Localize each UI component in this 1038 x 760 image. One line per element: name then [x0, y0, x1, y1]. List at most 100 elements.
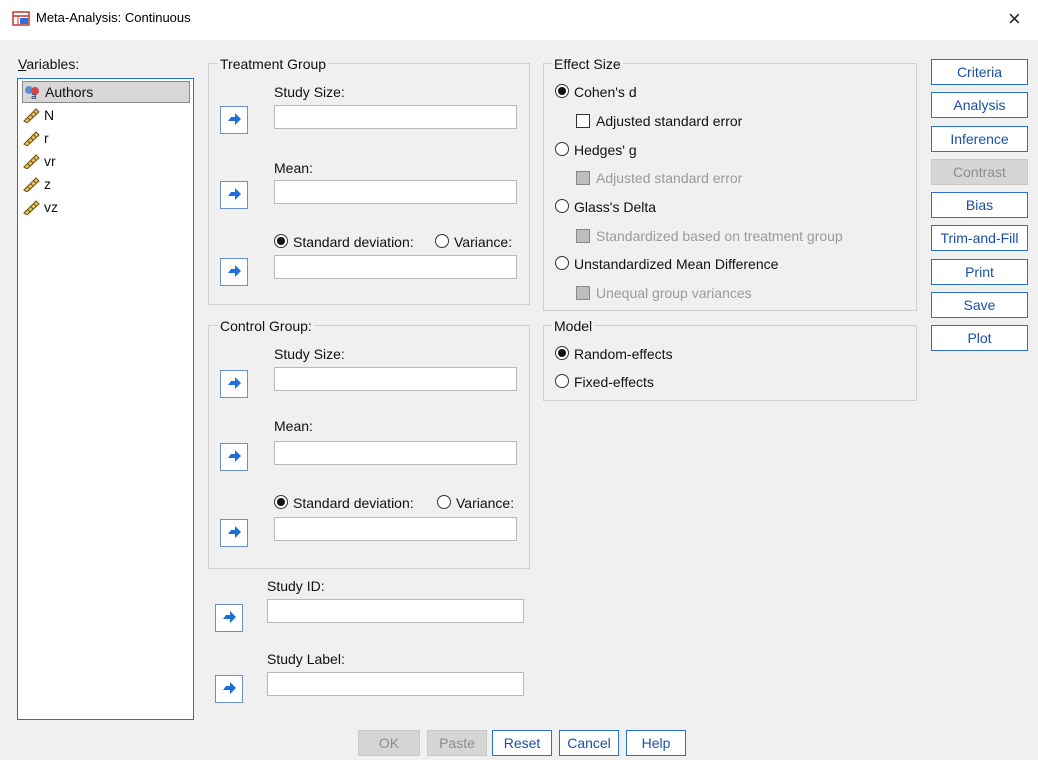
cancel-button[interactable]: Cancel: [559, 730, 619, 756]
study-id-label: Study ID:: [267, 578, 325, 594]
window-title: Meta-Analysis: Continuous: [36, 10, 191, 25]
effect-size-box: [543, 63, 917, 311]
hedges-g-radio[interactable]: Hedges' g: [555, 142, 637, 158]
save-button[interactable]: Save: [931, 292, 1028, 318]
variable-item-z[interactable]: z: [22, 173, 190, 195]
control-study-size-label: Study Size:: [274, 346, 345, 362]
variable-item-r[interactable]: r: [22, 127, 190, 149]
arrow-right-icon: [228, 265, 241, 277]
nominal-string-icon: a: [25, 86, 39, 100]
treatment-variance-radio[interactable]: Variance:: [435, 234, 512, 250]
variable-item-n[interactable]: N: [22, 104, 190, 126]
random-effects-radio[interactable]: Random-effects: [555, 346, 673, 362]
scale-ruler-icon: [23, 108, 40, 123]
variable-name: vr: [44, 153, 56, 169]
control-study-size-move-button[interactable]: [220, 370, 248, 398]
radio-empty-icon: [555, 256, 569, 270]
control-sd-field[interactable]: [274, 517, 517, 541]
scale-ruler-icon: [23, 200, 40, 215]
radio-selected-icon: [555, 346, 569, 360]
ok-button: OK: [358, 730, 420, 756]
control-study-size-field[interactable]: [274, 367, 517, 391]
scale-ruler-icon: [23, 154, 40, 169]
arrow-right-icon: [223, 611, 236, 623]
standardized-treatment-checkbox: Standardized based on treatment group: [576, 228, 843, 244]
radio-empty-icon: [435, 234, 449, 248]
bias-button[interactable]: Bias: [931, 192, 1028, 218]
unequal-variances-checkbox: Unequal group variances: [576, 285, 752, 301]
variables-list[interactable]: a Authors N r vr z vz: [17, 78, 194, 720]
treatment-group-title: Treatment Group: [218, 56, 329, 72]
control-mean-field[interactable]: [274, 441, 517, 465]
control-mean-label: Mean:: [274, 418, 313, 434]
radio-selected-icon: [274, 495, 288, 509]
arrow-right-icon: [223, 682, 236, 694]
control-mean-move-button[interactable]: [220, 443, 248, 471]
reset-button[interactable]: Reset: [492, 730, 552, 756]
cohens-d-radio[interactable]: Cohen's d: [555, 84, 637, 100]
scale-ruler-icon: [23, 131, 40, 146]
contrast-button: Contrast: [931, 159, 1028, 185]
scale-ruler-icon: [23, 177, 40, 192]
print-button[interactable]: Print: [931, 259, 1028, 285]
variables-label: Variables:: [18, 56, 80, 72]
radio-empty-icon: [555, 374, 569, 388]
plot-button[interactable]: Plot: [931, 325, 1028, 351]
study-label-label: Study Label:: [267, 651, 345, 667]
paste-button: Paste: [427, 730, 487, 756]
treatment-study-size-move-button[interactable]: [220, 106, 248, 134]
control-sd-radio[interactable]: Standard deviation:: [274, 495, 414, 511]
app-icon: [12, 11, 30, 26]
control-group-title: Control Group:: [218, 318, 314, 334]
variable-name: vz: [44, 199, 58, 215]
inference-button[interactable]: Inference: [931, 126, 1028, 152]
treatment-mean-move-button[interactable]: [220, 181, 248, 209]
arrow-right-icon: [228, 377, 241, 389]
trim-and-fill-button[interactable]: Trim-and-Fill: [931, 225, 1028, 251]
variable-name: r: [44, 130, 49, 146]
criteria-button[interactable]: Criteria: [931, 59, 1028, 85]
control-sd-move-button[interactable]: [220, 519, 248, 547]
study-label-field[interactable]: [267, 672, 524, 696]
svg-text:a: a: [31, 92, 37, 100]
glass-delta-radio[interactable]: Glass's Delta: [555, 199, 656, 215]
variable-name: z: [44, 176, 51, 192]
arrow-right-icon: [228, 113, 241, 125]
treatment-study-size-label: Study Size:: [274, 84, 345, 100]
variable-name: Authors: [45, 84, 94, 100]
analysis-button[interactable]: Analysis: [931, 92, 1028, 118]
checkbox-icon: [576, 114, 590, 128]
hedges-adjusted-se-checkbox: Adjusted standard error: [576, 170, 742, 186]
control-variance-radio[interactable]: Variance:: [437, 495, 514, 511]
radio-empty-icon: [555, 199, 569, 213]
treatment-sd-radio[interactable]: Standard deviation:: [274, 234, 414, 250]
variable-item-vr[interactable]: vr: [22, 150, 190, 172]
arrow-right-icon: [228, 526, 241, 538]
treatment-sd-field[interactable]: [274, 255, 517, 279]
checkbox-disabled-icon: [576, 171, 590, 185]
checkbox-disabled-icon: [576, 229, 590, 243]
cohens-adjusted-se-checkbox[interactable]: Adjusted standard error: [576, 113, 742, 129]
variable-item-vz[interactable]: vz: [22, 196, 190, 218]
fixed-effects-radio[interactable]: Fixed-effects: [555, 374, 654, 390]
model-title: Model: [552, 318, 595, 334]
radio-empty-icon: [555, 142, 569, 156]
study-id-move-button[interactable]: [215, 604, 243, 632]
radio-empty-icon: [437, 495, 451, 509]
radio-selected-icon: [274, 234, 288, 248]
treatment-sd-move-button[interactable]: [220, 258, 248, 286]
umd-radio[interactable]: Unstandardized Mean Difference: [555, 256, 778, 272]
treatment-mean-label: Mean:: [274, 160, 313, 176]
study-id-field[interactable]: [267, 599, 524, 623]
variable-item-authors[interactable]: a Authors: [22, 81, 190, 103]
variable-name: N: [44, 107, 55, 123]
arrow-right-icon: [228, 188, 241, 200]
treatment-mean-field[interactable]: [274, 180, 517, 204]
close-button[interactable]: ×: [1008, 6, 1021, 32]
treatment-study-size-field[interactable]: [274, 105, 517, 129]
radio-selected-icon: [555, 84, 569, 98]
checkbox-disabled-icon: [576, 286, 590, 300]
help-button[interactable]: Help: [626, 730, 686, 756]
effect-size-title: Effect Size: [552, 56, 623, 72]
study-label-move-button[interactable]: [215, 675, 243, 703]
